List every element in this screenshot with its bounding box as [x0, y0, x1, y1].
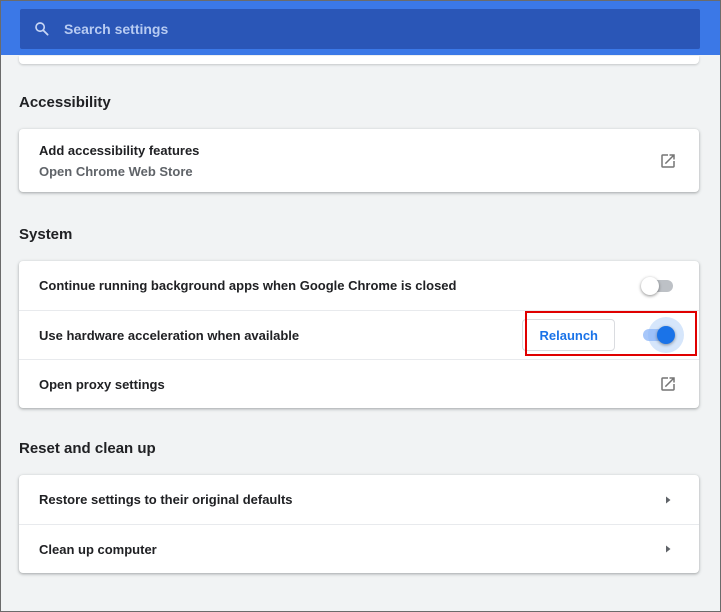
- section-title-system: System: [19, 226, 73, 243]
- previous-card-bottom: [19, 56, 699, 64]
- reset-card: Restore settings to their original defau…: [19, 475, 699, 573]
- background-apps-toggle[interactable]: [641, 276, 675, 296]
- section-title-reset: Reset and clean up: [19, 440, 156, 457]
- add-accessibility-features-label: Add accessibility features: [39, 142, 200, 158]
- search-icon[interactable]: [33, 20, 51, 38]
- clean-up-computer-row[interactable]: Clean up computer: [19, 524, 699, 573]
- open-web-store-sublabel: Open Chrome Web Store: [39, 163, 193, 179]
- accessibility-card: Add accessibility features Open Chrome W…: [19, 129, 699, 192]
- system-card: Continue running background apps when Go…: [19, 261, 699, 408]
- hardware-acceleration-label: Use hardware acceleration when available: [39, 327, 300, 343]
- proxy-settings-row[interactable]: Open proxy settings: [19, 359, 699, 408]
- section-title-accessibility: Accessibility: [19, 94, 111, 111]
- background-apps-label: Continue running background apps when Go…: [39, 278, 457, 293]
- settings-toolbar: [1, 1, 720, 55]
- add-accessibility-features-row[interactable]: Add accessibility features Open Chrome W…: [19, 129, 699, 192]
- restore-defaults-row[interactable]: Restore settings to their original defau…: [19, 475, 699, 524]
- clean-up-computer-label: Clean up computer: [39, 541, 157, 557]
- arrow-right-icon[interactable]: [663, 544, 673, 554]
- restore-defaults-label: Restore settings to their original defau…: [39, 492, 293, 507]
- proxy-settings-label: Open proxy settings: [39, 376, 165, 392]
- background-apps-row[interactable]: Continue running background apps when Go…: [19, 261, 699, 310]
- search-box[interactable]: [20, 9, 700, 49]
- relaunch-button[interactable]: Relaunch: [522, 319, 615, 351]
- hardware-acceleration-toggle[interactable]: [641, 317, 684, 353]
- hardware-acceleration-row[interactable]: Use hardware acceleration when available…: [19, 310, 699, 359]
- search-input[interactable]: [64, 21, 700, 37]
- open-in-new-icon[interactable]: [659, 375, 677, 393]
- arrow-right-icon[interactable]: [663, 495, 673, 505]
- open-in-new-icon[interactable]: [659, 152, 677, 170]
